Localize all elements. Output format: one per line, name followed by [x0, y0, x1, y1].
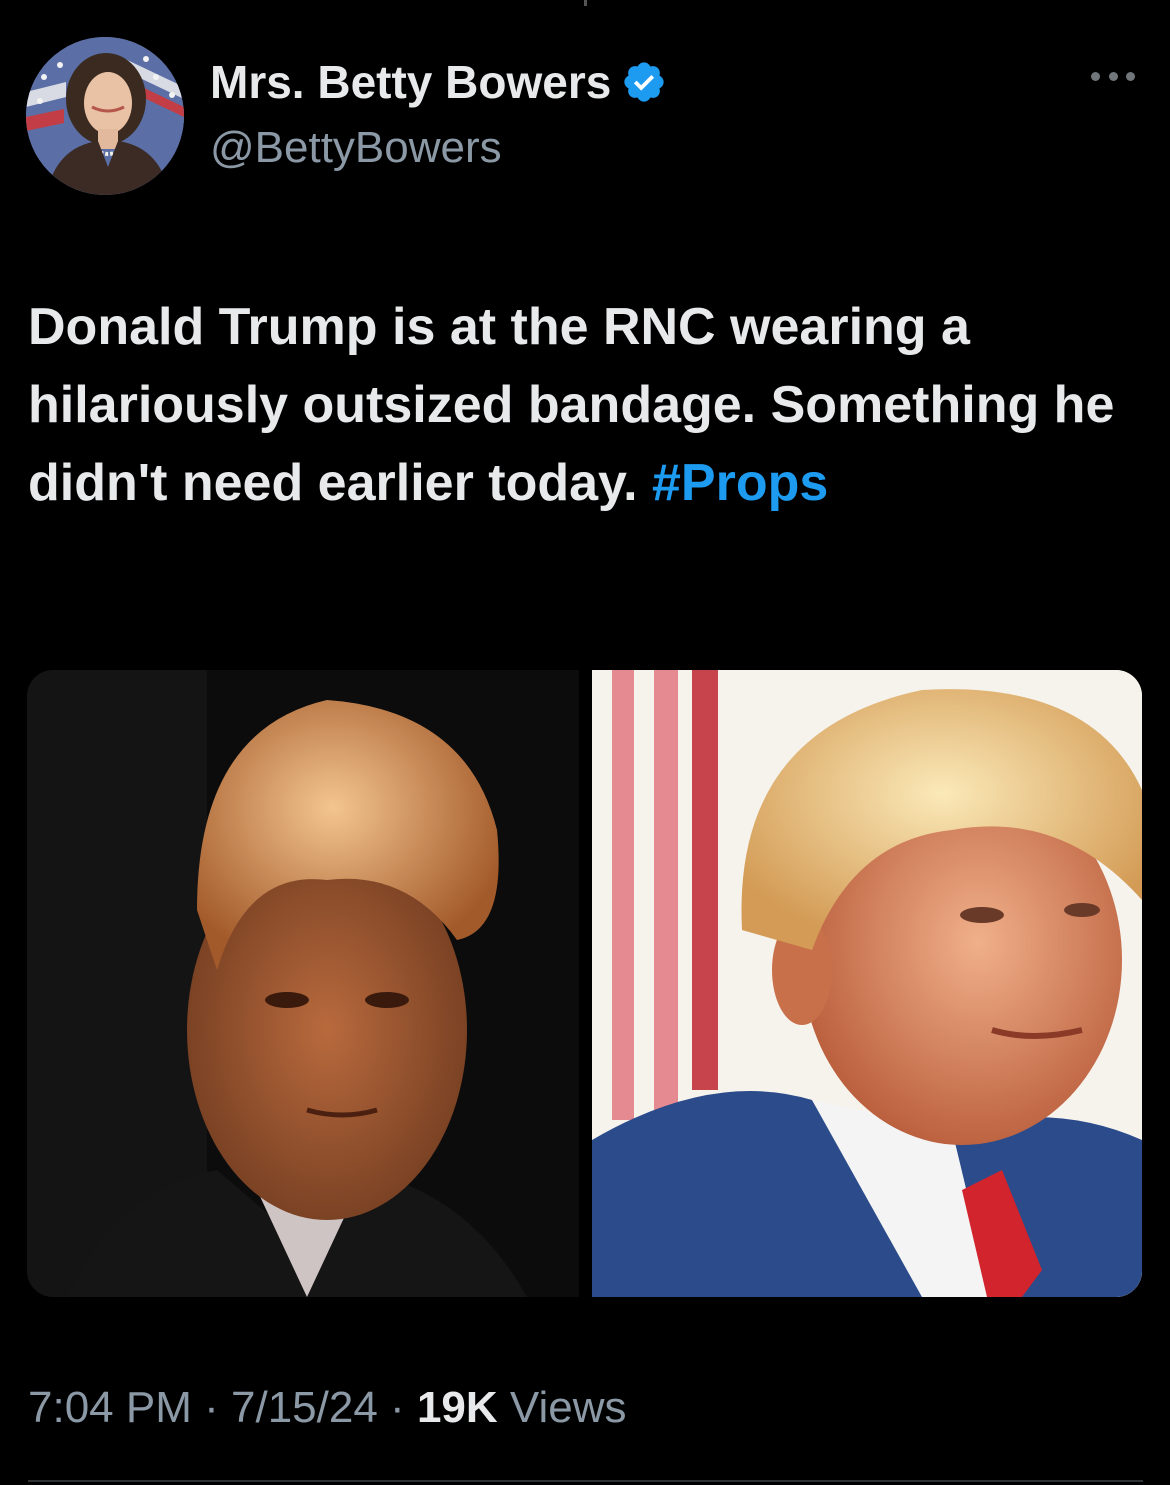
more-options-icon[interactable] [1091, 66, 1135, 86]
more-dot [1108, 71, 1118, 81]
tweet-meta: 7:04 PM · 7/15/24 · 19K Views [28, 1378, 626, 1438]
user-handle[interactable]: @BettyBowers [210, 122, 502, 174]
hashtag-link[interactable]: #Props [652, 454, 828, 512]
meta-separator: · [204, 1383, 219, 1432]
post-date[interactable]: 7/15/24 [231, 1383, 378, 1432]
top-edge-artifact [584, 0, 587, 6]
photo-man-blue-suit-red-tie-flag-background-icon [592, 670, 1142, 1297]
media-image-right[interactable] [592, 670, 1142, 1297]
tweet-body: Donald Trump is at the RNC wearing a hil… [28, 298, 1115, 512]
more-dot [1091, 71, 1100, 81]
meta-separator: · [390, 1383, 405, 1432]
divider [28, 1480, 1143, 1482]
tweet-text: Donald Trump is at the RNC wearing a hil… [28, 288, 1143, 522]
verified-badge-icon [624, 62, 664, 102]
more-dot [1126, 71, 1135, 81]
post-time[interactable]: 7:04 PM [28, 1383, 192, 1432]
media-grid [27, 670, 1142, 1297]
media-image-left[interactable] [27, 670, 579, 1297]
profile-photo-icon [26, 37, 184, 195]
avatar[interactable] [26, 37, 184, 195]
display-name[interactable]: Mrs. Betty Bowers [210, 54, 611, 110]
display-name-row[interactable]: Mrs. Betty Bowers [210, 54, 667, 110]
photo-man-orange-hair-dark-background-icon [27, 670, 579, 1297]
views-label: Views [509, 1383, 627, 1432]
views-count: 19K [416, 1383, 498, 1432]
